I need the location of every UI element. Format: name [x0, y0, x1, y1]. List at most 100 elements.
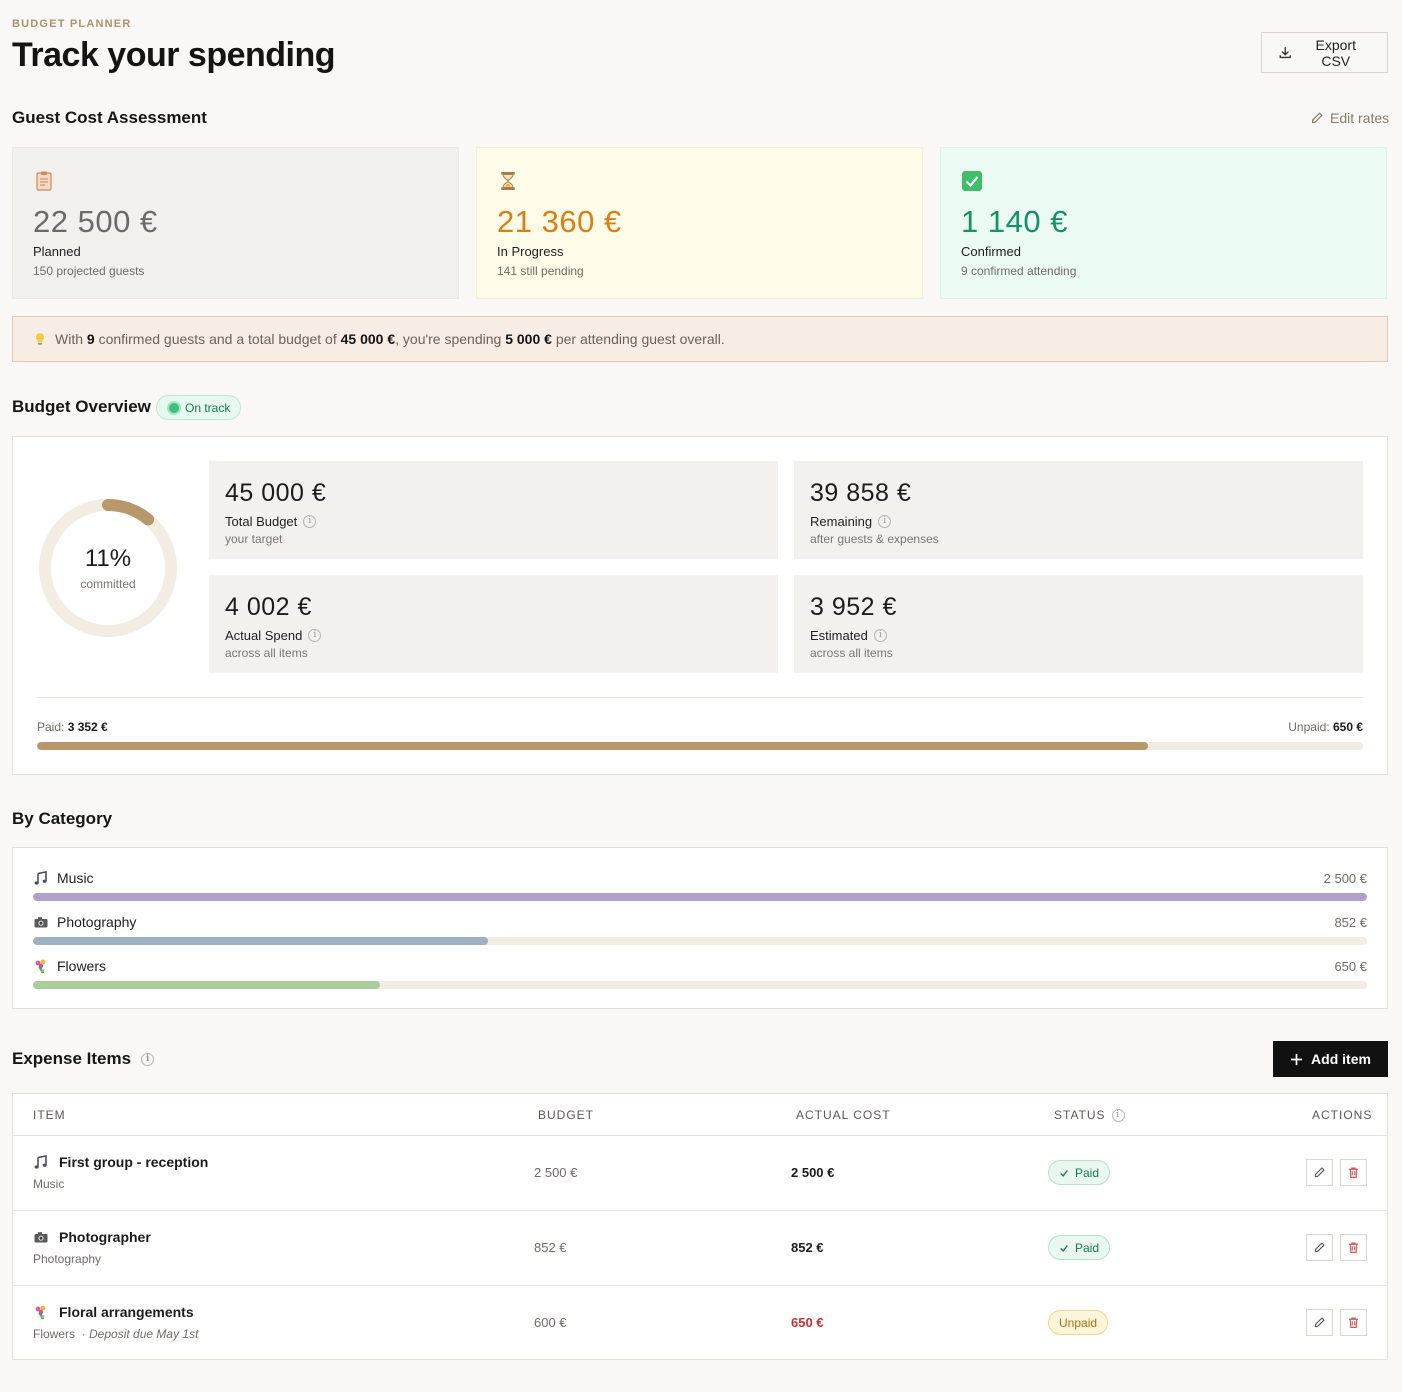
table-row[interactable]: Photographer Photography 852 € 852 € Pai… — [13, 1210, 1387, 1285]
by-category-title: By Category — [12, 809, 113, 828]
status-label: Unpaid — [1059, 1315, 1098, 1330]
remaining-card: 39 858 € Remaining i after guests & expen… — [794, 461, 1363, 559]
edit-rates-link[interactable]: Edit rates — [1310, 110, 1389, 126]
info-icon[interactable]: i — [308, 629, 322, 642]
table-row[interactable]: Floral arrangements Flowers · Deposit du… — [13, 1285, 1387, 1360]
paid-progress-bar — [37, 742, 1363, 750]
column-header-budget: BUDGET — [538, 1108, 595, 1122]
confirmed-sub: 9 confirmed attending — [961, 264, 1077, 278]
status-label: Paid — [1075, 1240, 1100, 1255]
category-name: Music — [57, 870, 94, 886]
info-icon[interactable]: i — [303, 515, 317, 528]
edit-button[interactable] — [1306, 1234, 1333, 1261]
category-bar-fill — [33, 937, 488, 945]
estimated-card: 3 952 € Estimated i across all items — [794, 575, 1363, 673]
unpaid-summary: Unpaid: 650 € — [1288, 720, 1363, 734]
trash-icon — [1349, 1167, 1358, 1178]
item-category: Photography — [33, 1252, 102, 1266]
divider — [37, 697, 1363, 698]
hourglass-icon — [501, 172, 515, 190]
column-header-actual: ACTUAL COST — [796, 1108, 891, 1122]
planned-value: 22 500 € — [33, 204, 158, 239]
info-icon[interactable]: i — [878, 515, 892, 528]
category-row-photography: Photography 852 € — [33, 912, 1367, 945]
estimated-value: 3 952 € — [810, 593, 897, 621]
remaining-value: 39 858 € — [810, 479, 912, 507]
category-bar — [33, 981, 1367, 989]
add-item-button[interactable]: Add item — [1273, 1041, 1388, 1077]
item-name: Floral arrangements — [59, 1304, 194, 1320]
paid-amount: 3 352 € — [67, 720, 108, 734]
total-budget-sub: your target — [225, 532, 283, 546]
actual-spend-sub: across all items — [225, 646, 308, 660]
info-icon[interactable]: i — [141, 1052, 155, 1066]
category-row-music: Music 2 500 € — [33, 868, 1367, 901]
column-header-status: STATUS — [1054, 1108, 1106, 1122]
page-title: Track your spending — [12, 36, 336, 74]
planned-label: Planned — [33, 244, 81, 259]
insight-guests: 9 — [86, 331, 95, 347]
check-icon — [1060, 1169, 1068, 1177]
bouquet-icon — [35, 1305, 46, 1320]
insight-banner: With 9 confirmed guests and a total budg… — [12, 316, 1388, 362]
column-header-item: ITEM — [33, 1108, 66, 1122]
info-icon[interactable]: i — [873, 629, 887, 642]
plus-icon — [1290, 1053, 1303, 1065]
in-progress-card: 21 360 € In Progress 141 still pending — [476, 147, 923, 299]
music-note-icon — [34, 1155, 47, 1169]
status-badge: Paid — [1048, 1160, 1111, 1185]
status-badge: Unpaid — [1048, 1310, 1109, 1335]
info-icon[interactable]: i — [1111, 1108, 1125, 1122]
paid-progress-fill — [37, 742, 1148, 750]
export-csv-button[interactable]: Export CSV — [1261, 32, 1388, 73]
remaining-sub: after guests & expenses — [810, 532, 939, 546]
table-row[interactable]: First group - reception Music 2 500 € 2 … — [13, 1135, 1387, 1210]
delete-button[interactable] — [1340, 1309, 1367, 1336]
in-progress-value: 21 360 € — [497, 204, 622, 239]
camera-icon — [34, 1232, 48, 1243]
committed-caption: committed — [80, 577, 136, 591]
music-note-icon — [34, 871, 47, 885]
guest-cost-title: Guest Cost Assessment — [12, 108, 207, 127]
delete-button[interactable] — [1340, 1159, 1367, 1186]
confirmed-value: 1 140 € — [961, 204, 1068, 239]
item-actual-cost: 852 € — [791, 1240, 824, 1255]
committed-percent: 11% — [84, 545, 132, 572]
status-badge: On track — [156, 395, 242, 420]
in-progress-label: In Progress — [497, 244, 564, 259]
download-icon — [1279, 47, 1291, 59]
category-bar — [33, 937, 1367, 945]
item-name: First group - reception — [59, 1154, 209, 1170]
lightbulb-icon — [36, 333, 44, 345]
item-note: · Deposit due May 1st — [81, 1327, 199, 1341]
actual-spend-card: 4 002 € Actual Spend i across all items — [209, 575, 778, 673]
category-row-flowers: Flowers 650 € — [33, 956, 1367, 989]
edit-button[interactable] — [1306, 1159, 1333, 1186]
camera-icon — [34, 917, 48, 928]
add-item-label: Add item — [1311, 1051, 1371, 1067]
pencil-icon — [1314, 1167, 1325, 1178]
item-name: Photographer — [59, 1229, 151, 1245]
actual-spend-value: 4 002 € — [225, 593, 312, 621]
planned-sub: 150 projected guests — [33, 264, 145, 278]
paid-summary: Paid: 3 352 € — [37, 720, 108, 734]
category-bar-fill — [33, 981, 380, 989]
category-name: Flowers — [57, 958, 107, 974]
edit-rates-label: Edit rates — [1330, 110, 1390, 126]
clipboard-icon — [36, 171, 52, 191]
item-budget: 852 € — [534, 1240, 567, 1255]
delete-button[interactable] — [1340, 1234, 1367, 1261]
export-csv-label: Export CSV — [1315, 36, 1356, 69]
pencil-icon — [1314, 1317, 1325, 1328]
insight-per-guest: 5 000 € — [505, 331, 552, 347]
check-icon — [1060, 1244, 1068, 1252]
estimated-sub: across all items — [810, 646, 893, 660]
category-panel: Music 2 500 € Photography 852 € Flowers … — [12, 847, 1388, 1009]
expense-table: ITEM BUDGET ACTUAL COST STATUS i ACTIONS … — [12, 1093, 1388, 1360]
item-actual-cost: 650 € — [791, 1315, 824, 1330]
status-badge-label: On track — [185, 400, 231, 415]
total-budget-card: 45 000 € Total Budget i your target — [209, 461, 778, 559]
confirmed-label: Confirmed — [961, 244, 1021, 259]
edit-button[interactable] — [1306, 1309, 1333, 1336]
total-budget-label: Total Budget — [225, 514, 298, 529]
